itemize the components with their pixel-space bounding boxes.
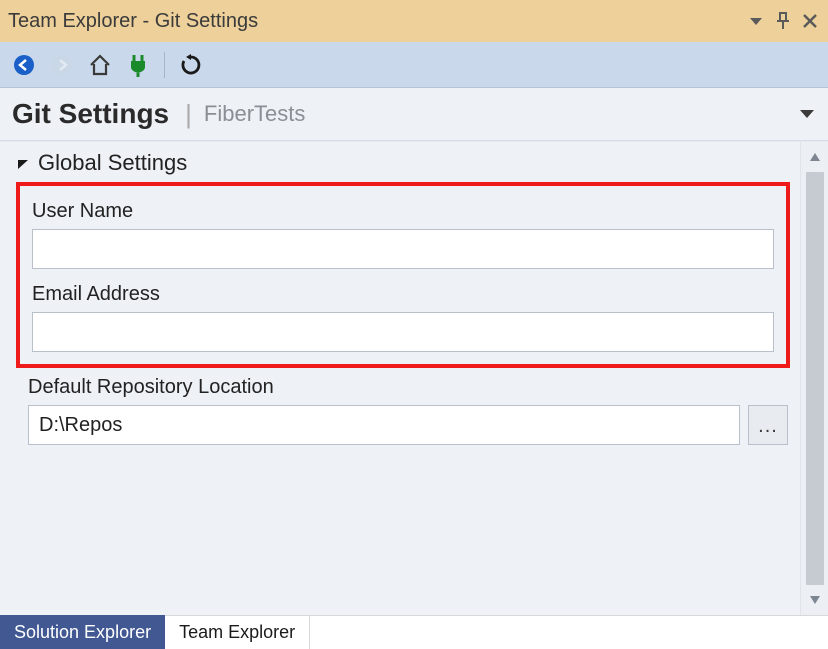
bottom-tabs: Solution Explorer Team Explorer xyxy=(0,615,828,649)
header-separator: | xyxy=(185,99,192,130)
default-location-group: Default Repository Location ... xyxy=(16,376,790,445)
default-location-row: ... xyxy=(28,405,788,445)
title-bar: Team Explorer - Git Settings xyxy=(0,0,828,42)
collapse-triangle-icon xyxy=(16,156,30,170)
window-title: Team Explorer - Git Settings xyxy=(8,10,748,33)
refresh-button[interactable] xyxy=(173,47,209,83)
settings-panel: Global Settings User Name Email Address … xyxy=(0,142,800,615)
username-input[interactable] xyxy=(32,229,774,269)
browse-button[interactable]: ... xyxy=(748,405,788,445)
tabs-empty-area xyxy=(310,615,828,649)
email-label: Email Address xyxy=(32,283,774,306)
forward-button[interactable] xyxy=(44,47,80,83)
team-explorer-window: Team Explorer - Git Settings xyxy=(0,0,828,649)
page-title: Git Settings xyxy=(12,98,169,130)
username-label: User Name xyxy=(32,200,774,223)
window-menu-icon[interactable] xyxy=(748,16,764,26)
project-name: FiberTests xyxy=(204,101,305,127)
scroll-thumb[interactable] xyxy=(806,172,824,585)
default-location-label: Default Repository Location xyxy=(28,376,788,399)
toolbar xyxy=(0,42,828,88)
section-title-text: Global Settings xyxy=(38,150,187,176)
home-button[interactable] xyxy=(82,47,118,83)
page-header: Git Settings | FiberTests xyxy=(0,88,828,141)
scroll-up-icon[interactable] xyxy=(801,146,828,168)
vertical-scrollbar[interactable] xyxy=(800,142,828,615)
title-bar-controls xyxy=(748,12,818,30)
page-menu-icon[interactable] xyxy=(798,108,816,120)
plug-button[interactable] xyxy=(120,47,156,83)
pin-icon[interactable] xyxy=(774,12,792,30)
default-location-input[interactable] xyxy=(28,405,740,445)
content-area: Global Settings User Name Email Address … xyxy=(0,141,828,615)
global-settings-section-header[interactable]: Global Settings xyxy=(16,150,790,176)
scroll-down-icon[interactable] xyxy=(801,589,828,611)
close-icon[interactable] xyxy=(802,13,818,29)
tab-solution-explorer[interactable]: Solution Explorer xyxy=(0,615,165,649)
highlighted-settings-group: User Name Email Address xyxy=(16,182,790,368)
toolbar-separator xyxy=(164,52,165,78)
tab-team-explorer[interactable]: Team Explorer xyxy=(165,615,310,649)
email-input[interactable] xyxy=(32,312,774,352)
back-button[interactable] xyxy=(6,47,42,83)
